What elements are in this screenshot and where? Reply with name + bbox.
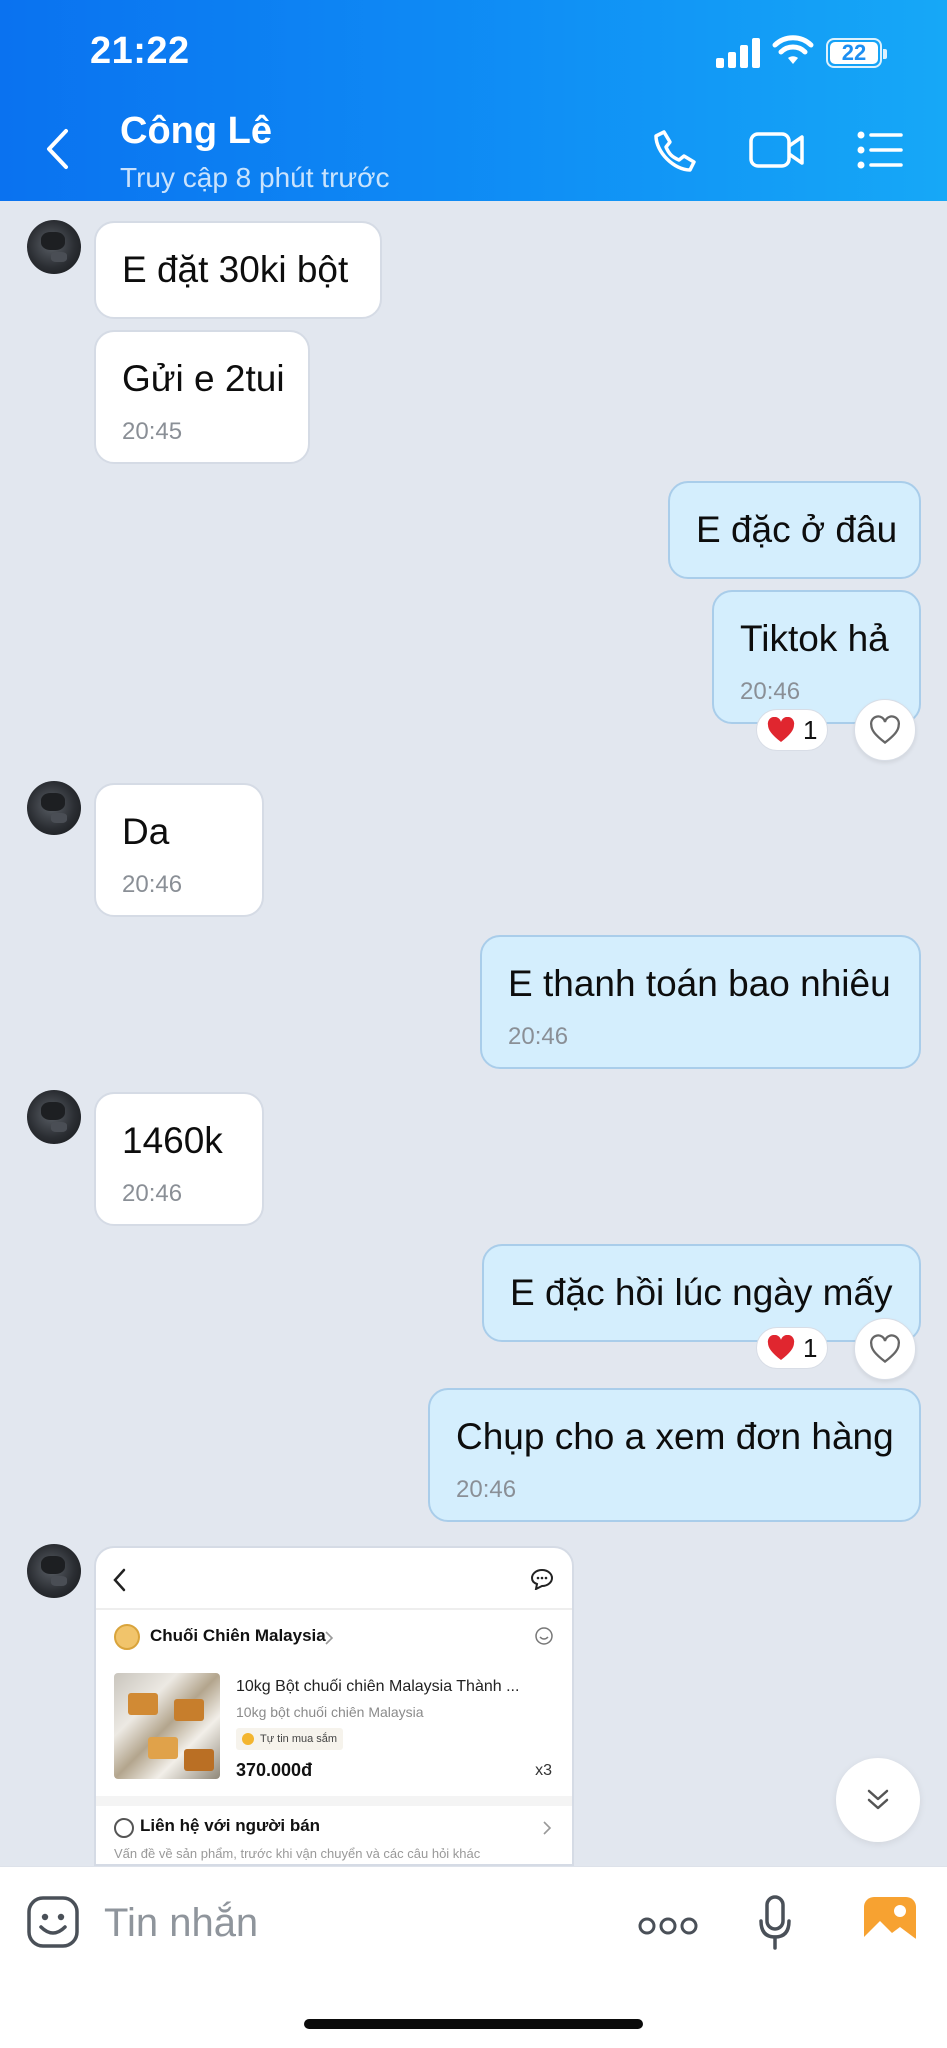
menu-icon[interactable] [856,128,904,172]
message-time: 20:46 [456,1476,517,1503]
product-title: 10kg Bột chuối chiên Malaysia Thành ... [236,1678,520,1695]
reaction-badge[interactable]: 1 [756,709,829,751]
double-chevron-down-icon [867,1789,889,1810]
product-image [114,1673,220,1779]
scroll-to-bottom-button[interactable] [836,1758,920,1842]
gallery-image-icon[interactable] [862,1895,918,1949]
screenshot-chat-icon [530,1568,554,1590]
reaction-count: 1 [803,714,818,745]
message-text: E thanh toán bao nhiêu [508,963,891,1004]
battery-icon: 22 [826,38,887,68]
message-text: Gửi e 2tui [122,358,285,399]
screenshot-smile-icon [535,1627,553,1645]
contact-name[interactable]: Công Lê [120,110,272,153]
message-bubble-outgoing[interactable]: E đặc ở đâu [668,481,921,579]
wifi-icon [772,35,814,64]
back-icon[interactable] [44,128,70,170]
message-time: 20:46 [740,678,801,705]
contact-avatar[interactable] [27,1544,81,1598]
contact-avatar[interactable] [27,220,81,274]
message-bubble-outgoing[interactable]: Chụp cho a xem đơn hàng 20:46 [428,1388,921,1522]
video-call-icon[interactable] [748,128,806,172]
shopping-badge: Tự tin mua sắm [236,1728,344,1750]
like-button[interactable] [854,699,916,761]
contact-avatar[interactable] [27,1090,81,1144]
contact-seller-subtext: Vấn đề về sản phẩm, trước khi vận chuyển… [114,1846,481,1861]
microphone-icon[interactable] [758,1895,792,1951]
heart-reaction-icon [767,1335,795,1360]
message-time: 20:45 [122,418,183,445]
more-options-icon[interactable] [638,1915,698,1937]
shop-logo [114,1624,140,1650]
message-text: 1460k [122,1120,223,1161]
chevron-right-icon [543,1821,552,1835]
message-bubble-outgoing[interactable]: E đặc hồi lúc ngày mấy [482,1244,921,1342]
sticker-emoji-icon[interactable] [26,1895,80,1949]
message-text: Chụp cho a xem đơn hàng [456,1416,894,1457]
order-screenshot-image[interactable]: Chuối Chiên Malaysia 10kg Bột chuối chiê… [94,1546,574,1866]
message-bubble-incoming[interactable]: E đặt 30ki bột [94,221,382,319]
message-time: 20:46 [122,1180,183,1207]
message-text: Da [122,811,170,852]
screenshot-topbar [96,1548,572,1610]
like-button[interactable] [854,1318,916,1380]
shop-name: Chuối Chiên Malaysia [150,1626,326,1645]
cellular-signal-icon [716,38,762,68]
message-bubble-incoming[interactable]: 1460k 20:46 [94,1092,264,1226]
message-bubble-outgoing[interactable]: E thanh toán bao nhiêu 20:46 [480,935,921,1069]
chevron-right-icon [325,1631,334,1645]
contact-seller-row: Liên hệ với người bán [114,1816,320,1838]
message-bubble-incoming[interactable]: Da 20:46 [94,783,264,917]
heart-outline-icon [870,715,900,745]
product-variant: 10kg bột chuối chiên Malaysia [236,1704,424,1720]
message-text: Tiktok hả [740,618,889,659]
contact-avatar[interactable] [27,781,81,835]
screenshot-back-icon [113,1568,126,1592]
message-bubble-incoming[interactable]: Gửi e 2tui 20:45 [94,330,310,464]
reaction-count: 1 [803,1332,818,1363]
heart-reaction-icon [767,717,795,742]
chat-area[interactable]: E đặt 30ki bột Gửi e 2tui 20:45 E đặc ở … [0,201,947,1866]
contact-last-seen: Truy cập 8 phút trước [120,162,390,193]
message-text: E đặt 30ki bột [122,249,349,290]
shop-row: Chuối Chiên Malaysia [114,1618,554,1658]
home-indicator [304,2019,643,2029]
message-input-bar: Tin nhắn [0,1866,947,2048]
phone-icon[interactable] [652,128,698,174]
chat-header: 21:22 22 Công Lê Truy cập 8 phút trước [0,0,947,201]
message-time: 20:46 [508,1023,569,1050]
heart-outline-icon [870,1334,900,1364]
battery-level: 22 [830,42,878,64]
product-price: 370.000đ [236,1760,313,1780]
reaction-badge[interactable]: 1 [756,1327,829,1369]
status-bar-time: 21:22 [90,30,190,72]
message-text: E đặc hồi lúc ngày mấy [510,1272,893,1313]
divider [96,1796,572,1806]
message-input[interactable]: Tin nhắn [104,1901,258,1946]
product-quantity: x3 [535,1762,552,1779]
message-time: 20:46 [122,871,183,898]
message-text: E đặc ở đâu [696,509,898,550]
